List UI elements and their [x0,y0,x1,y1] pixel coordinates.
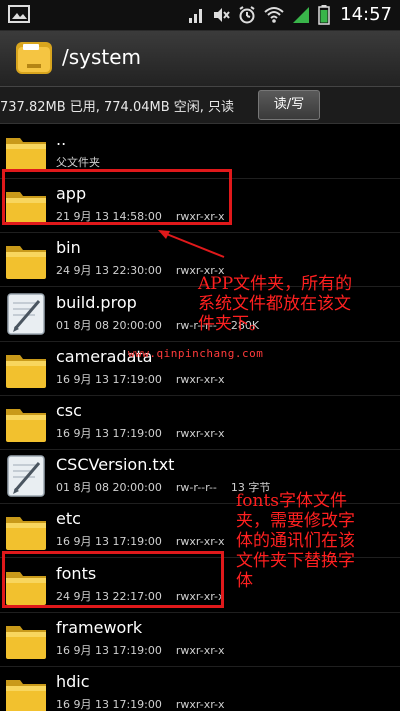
storage-info: 737.82MB 已用, 774.04MB 空闲, 只读 [0,100,235,115]
file-date: 01 8月 08 20:00:00 [56,481,162,495]
file-meta: 16 9月 13 17:19:00 rwxr-xr-x [56,642,239,658]
annotation-arrow [158,230,225,258]
file-meta: 父文件夹 [56,154,114,170]
signal-bars-icon [189,8,203,23]
fonts-folder-note: fonts字体文件 夹，需要修改字 体的通讯们在该 文件夹下替换字 体 [236,491,355,591]
network-signal-icon [293,6,310,23]
file-date: 24 9月 13 22:30:00 [56,264,162,278]
fonts-note-line-5: 体 [236,571,253,591]
file-name: bin [56,238,81,258]
fonts-note-line-2: 夹，需要修改字 [236,511,355,531]
file-perm: rwxr-xr-x [175,372,225,386]
file-date: 01 8月 08 20:00:00 [56,318,162,332]
file-date: 16 9月 13 17:19:00 [56,427,162,440]
fonts-note-line-1: fonts字体文件 [236,491,348,511]
file-subtitle: 父文件夹 [56,156,100,169]
folder-icon [3,128,49,174]
app-folder-note: APP文件夹，所有的 系统文件都放在该文 件夹下。 [198,274,352,334]
file-name: csc [56,401,82,420]
file-perm: rwxr-xr-x [175,427,225,440]
file-date: 16 9月 13 17:19:00 [56,535,162,549]
title-bar: /system [0,31,400,87]
file-date: 16 9月 13 17:19:00 [56,698,162,711]
file-name: build.prop [56,292,137,312]
file-meta: 16 9月 13 17:19:00 rwxr-xr-x [56,371,239,387]
file-perm: rwxr-xr-x [175,535,225,549]
file-name: CSCVersion.txt [56,455,175,475]
file-name: hdic [56,672,90,691]
file-name: .. [56,130,67,149]
current-path: /system [62,45,142,69]
app-note-line-3: 件夹下。 [198,314,266,334]
mute-icon [214,7,230,22]
status-clock: 14:57 [340,4,392,25]
file-perm: rw-r--r-- [175,481,217,495]
file-name: etc [56,509,81,529]
folder-icon [3,399,49,445]
folder-icon [3,616,49,662]
fonts-note-line-4: 文件夹下替换字 [236,551,355,571]
folder-icon [3,236,49,282]
folder-icon [3,670,49,711]
text-file-icon [3,291,49,337]
app-note-line-1: APP文件夹，所有的 [198,274,353,294]
file-perm: rwxr-xr-x [175,643,225,657]
file-date: 16 9月 13 17:19:00 [56,643,162,657]
android-screen: 14:57 /system 737.82MB 已用, 774.04MB 空闲, … [0,0,400,711]
file-row[interactable]: hdic 16 9月 13 17:19:00 rwxr-xr-x [0,666,400,711]
text-file-icon [3,453,49,499]
storage-info-bar: 737.82MB 已用, 774.04MB 空闲, 只读 读/写 [0,87,400,124]
file-meta: 16 9月 13 17:19:00 rwxr-xr-x [56,533,239,549]
wifi-icon [264,6,284,23]
image-icon [8,5,30,23]
battery-icon [318,4,330,25]
status-bar: 14:57 [0,0,400,31]
file-meta: 16 9月 13 17:19:00 rwxr-xr-x [56,425,239,441]
folder-icon [3,507,49,553]
file-meta: 16 9月 13 17:19:00 rwxr-xr-x [56,696,239,711]
file-name: framework [56,617,143,637]
alarm-icon [239,5,255,23]
fonts-note-line-3: 体的通讯们在该 [236,531,355,551]
folder-app-icon[interactable] [14,38,54,78]
file-row[interactable]: csc 16 9月 13 17:19:00 rwxr-xr-x [0,395,400,450]
folder-icon [3,345,49,391]
highlight-app-row [2,169,232,225]
watermark: www.qinpinchang.com [128,347,264,360]
file-date: 16 9月 13 17:19:00 [56,372,162,386]
file-row[interactable]: framework 16 9月 13 17:19:00 rwxr-xr-x [0,612,400,667]
highlight-fonts-row [2,551,224,608]
app-note-line-2: 系统文件都放在该文 [198,294,351,314]
read-write-button[interactable]: 读/写 [258,90,320,120]
file-perm: rwxr-xr-x [175,698,225,711]
